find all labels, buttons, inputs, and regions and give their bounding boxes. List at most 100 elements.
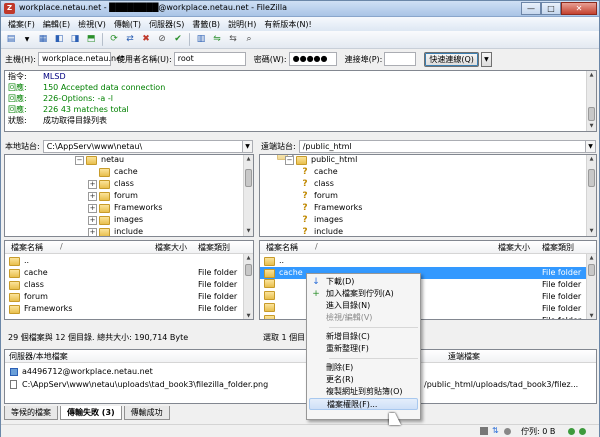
scroll-down-icon[interactable]: ▼ [587, 227, 596, 236]
title-bar[interactable]: Z workplace.netau.net - ████████@workpla… [1, 1, 599, 17]
column-filename[interactable]: 檔案名稱 [11, 242, 43, 253]
disconnect-icon[interactable]: ⊘ [155, 33, 169, 47]
tree-item[interactable]: ? include [300, 226, 343, 236]
scroll-thumb[interactable] [245, 169, 252, 187]
tree-item[interactable]: ? cache [300, 166, 337, 178]
scroll-up-icon[interactable]: ▲ [587, 254, 596, 263]
scroll-up-icon[interactable]: ▲ [587, 155, 596, 164]
column-server-local-file[interactable]: 伺服器/本地檔案 [9, 351, 68, 362]
close-button[interactable]: ✕ [561, 2, 597, 15]
tree-item[interactable]: − netau [75, 155, 124, 166]
search-icon[interactable]: ⌕ [242, 33, 256, 47]
menu-new-version[interactable]: 有新版本(N)! [260, 19, 315, 30]
queue-server-row[interactable]: a4496712@workplace.netau.net [5, 366, 596, 378]
reconnect-icon[interactable]: ✔ [171, 33, 185, 47]
column-filetype[interactable]: 檔案類別 [198, 242, 230, 253]
menu-item-create-directory[interactable]: 新增目錄(C) [307, 331, 420, 343]
maximize-button[interactable]: □ [541, 2, 561, 15]
tab-failed-transfers[interactable]: 傳輸失敗 (3) [60, 406, 122, 420]
menu-item-copy-url[interactable]: 複製網址到剪貼簿(O) [307, 386, 420, 398]
expand-icon[interactable]: + [88, 227, 97, 236]
toggle-local-tree-icon[interactable]: ◧ [52, 33, 66, 47]
expand-icon[interactable]: + [88, 203, 97, 213]
local-path-dropdown-icon[interactable]: ▼ [243, 139, 253, 153]
file-row[interactable]: .. [5, 255, 253, 267]
cancel-icon[interactable]: ✖ [139, 33, 153, 47]
menu-server[interactable]: 伺服器(S) [145, 19, 188, 30]
file-row[interactable]: cache File folder [5, 267, 253, 279]
menu-item-add-to-queue[interactable]: + 加入檔案到佇列(A) [307, 288, 420, 300]
menu-view[interactable]: 檢視(V) [74, 19, 110, 30]
local-file-list[interactable]: 檔案名稱 / 檔案大小 檔案類別 .. cache File folder cla… [4, 240, 254, 320]
log-scrollbar[interactable]: ▲ ▼ [586, 71, 596, 131]
remote-tree-scrollbar[interactable]: ▲ ▼ [586, 155, 596, 236]
tab-queued-files[interactable]: 等候的檔案 [4, 406, 58, 420]
message-log[interactable]: 指令: MLSD 回應: 150 Accepted data connection … [4, 70, 597, 132]
remote-list-scrollbar[interactable]: ▲ ▼ [586, 254, 596, 319]
tree-item[interactable]: ? Frameworks [300, 202, 362, 214]
collapse-icon[interactable]: − [285, 155, 294, 165]
tree-item[interactable]: ? forum [300, 190, 338, 202]
site-manager-icon[interactable]: ▤ [4, 33, 18, 47]
menu-bookmarks[interactable]: 書籤(B) [188, 19, 224, 30]
refresh-icon[interactable]: ⟳ [107, 33, 121, 47]
tree-item[interactable]: ? class [300, 178, 333, 190]
menu-help[interactable]: 說明(H) [224, 19, 260, 30]
tab-successful-transfers[interactable]: 傳輸成功 [123, 406, 170, 420]
column-filetype[interactable]: 檔案類別 [542, 242, 574, 253]
tree-item[interactable]: cache [88, 166, 138, 178]
scroll-down-icon[interactable]: ▼ [244, 312, 253, 319]
minimize-button[interactable]: — [521, 2, 541, 15]
column-filesize[interactable]: 檔案大小 [498, 242, 530, 253]
toggle-log-icon[interactable]: ▦ [36, 33, 50, 47]
username-input[interactable]: root [173, 52, 246, 66]
expand-icon[interactable]: + [88, 179, 97, 189]
scroll-thumb[interactable] [588, 264, 595, 276]
scroll-thumb[interactable] [588, 107, 595, 121]
scroll-down-icon[interactable]: ▼ [587, 312, 596, 319]
remote-path-dropdown-icon[interactable]: ▼ [586, 139, 596, 153]
local-list-scrollbar[interactable]: ▲ ▼ [243, 254, 253, 319]
column-remote-file[interactable]: 遠端檔案 [448, 351, 480, 362]
tree-item[interactable]: ? images [300, 214, 343, 226]
dropdown-arrow-icon[interactable]: ▼ [20, 33, 34, 47]
remote-directory-tree[interactable]: / −public_html ?cache ?class ?forum ?Fra… [259, 154, 597, 237]
file-row[interactable]: Frameworks File folder [5, 303, 253, 315]
menu-item-download[interactable]: ↓ 下載(D) [307, 276, 420, 288]
scroll-thumb[interactable] [245, 264, 252, 276]
menu-item-file-permissions[interactable]: 檔案權限(F)... [309, 398, 418, 410]
queue-file-row[interactable]: C:\AppServ\www\netau\uploads\tad_book3\f… [5, 379, 596, 391]
tree-item[interactable]: + forum [88, 190, 138, 202]
tree-item[interactable]: + class [88, 178, 134, 190]
menu-item-enter-directory[interactable]: 進入目錄(N) [307, 300, 420, 312]
menu-item-refresh[interactable]: 重新整理(F) [307, 343, 420, 355]
scroll-thumb[interactable] [588, 169, 595, 187]
collapse-icon[interactable]: − [75, 155, 84, 165]
menu-transfer[interactable]: 傳輸(T) [110, 19, 145, 30]
menu-edit[interactable]: 編輯(E) [39, 19, 74, 30]
file-row[interactable]: .. [260, 255, 596, 267]
scroll-up-icon[interactable]: ▲ [587, 71, 596, 80]
menu-file[interactable]: 檔案(F) [4, 19, 39, 30]
local-tree-scrollbar[interactable]: ▲ ▼ [243, 155, 253, 236]
file-row[interactable]: class File folder [5, 279, 253, 291]
process-queue-icon[interactable]: ⇄ [123, 33, 137, 47]
port-input[interactable] [384, 52, 417, 66]
scroll-down-icon[interactable]: ▼ [587, 122, 596, 131]
transfer-queue[interactable]: 伺服器/本地檔案 遠端檔案 a4496712@workplace.netau.n… [4, 349, 597, 404]
file-row[interactable]: forum File folder [5, 291, 253, 303]
host-input[interactable]: workplace.netau.net [37, 52, 124, 66]
tree-item[interactable]: + images [88, 214, 143, 226]
expand-icon[interactable]: + [88, 215, 97, 225]
scroll-up-icon[interactable]: ▲ [244, 155, 253, 164]
column-filename[interactable]: 檔案名稱 [266, 242, 298, 253]
scroll-up-icon[interactable]: ▲ [244, 254, 253, 263]
tree-item[interactable]: + Frameworks [88, 202, 162, 214]
remote-path-input[interactable]: /public_html [298, 139, 586, 153]
toggle-queue-icon[interactable]: ⬒ [84, 33, 98, 47]
column-filesize[interactable]: 檔案大小 [155, 242, 187, 253]
quickconnect-button[interactable]: 快速連線(Q) [424, 51, 479, 67]
menu-item-rename[interactable]: 更名(R) [307, 374, 420, 386]
directory-comparison-icon[interactable]: ⇋ [210, 33, 224, 47]
synchronized-browsing-icon[interactable]: ⇆ [226, 33, 240, 47]
